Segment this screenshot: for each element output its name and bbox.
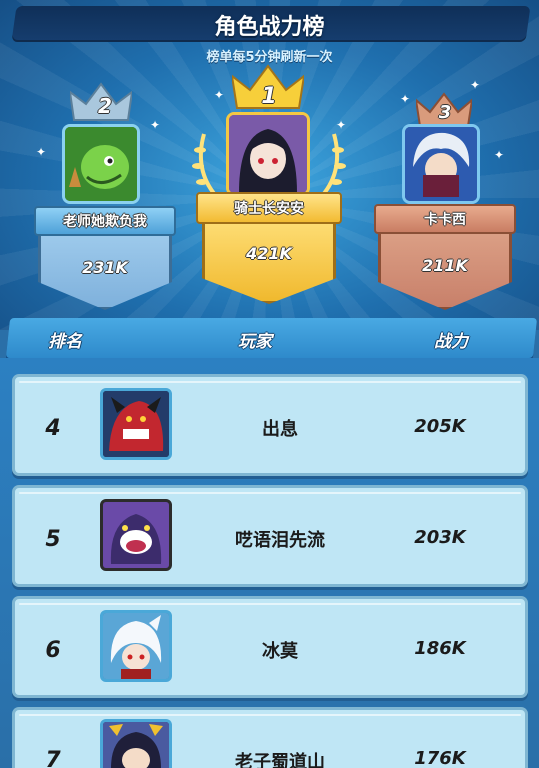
row-highlight (19, 714, 521, 716)
horned-girl-icon[interactable] (100, 719, 172, 768)
row-power: 203K (414, 527, 466, 548)
column-header-player: 玩家 (238, 332, 272, 352)
player-name-plate: 卡卡西 (374, 204, 516, 234)
white-haired-ninja-icon[interactable] (402, 124, 480, 204)
rank-number: 2 (98, 94, 112, 118)
podium-rank-3[interactable]: 3 211K 卡卡西 (372, 92, 518, 314)
rank-number: 3 (438, 102, 452, 123)
white-wolf-girl-icon[interactable] (100, 610, 172, 682)
row-player-name: 老子蜀道山 (235, 752, 325, 768)
power-score: 231K (82, 258, 128, 277)
row-highlight (19, 492, 521, 494)
rank-number: 1 (261, 84, 277, 109)
row-highlight (19, 381, 521, 383)
column-header-power: 战力 (434, 332, 468, 352)
purple-monster-icon[interactable] (100, 499, 172, 571)
green-dinosaur-icon[interactable] (62, 124, 140, 204)
row-rank: 7 (45, 748, 61, 768)
row-power: 186K (414, 638, 466, 659)
sparkle-icon: ✦ (470, 78, 481, 92)
podium-rank-2[interactable]: 2 231K 老师她欺负我 (30, 82, 180, 312)
player-name-plate: 老师她欺负我 (34, 206, 176, 236)
dark-haired-girl-icon[interactable] (226, 112, 310, 196)
row-power: 176K (414, 748, 466, 768)
row-player-name: 出息 (262, 419, 298, 440)
page-title: 角色战力榜 (214, 15, 325, 40)
laurel-right-icon (320, 133, 346, 198)
podium-rank-1[interactable]: 1 421K 骑士长安安 (190, 64, 348, 304)
row-highlight (19, 603, 521, 605)
power-score: 211K (422, 256, 468, 275)
column-header-rank: 排名 (48, 332, 82, 352)
row-power: 205K (414, 416, 466, 437)
row-rank: 5 (45, 527, 61, 552)
red-dragon-icon[interactable] (100, 388, 172, 460)
laurel-left-icon (192, 133, 218, 198)
row-player-name: 冰莫 (262, 641, 298, 662)
power-score: 421K (246, 244, 292, 263)
row-rank: 6 (45, 638, 61, 663)
row-rank: 4 (45, 416, 61, 441)
row-player-name: 呓语泪先流 (235, 530, 325, 551)
refresh-subtitle: 榜单每5分钟刷新一次 (206, 50, 333, 65)
player-name-plate: 骑士长安安 (196, 192, 342, 224)
